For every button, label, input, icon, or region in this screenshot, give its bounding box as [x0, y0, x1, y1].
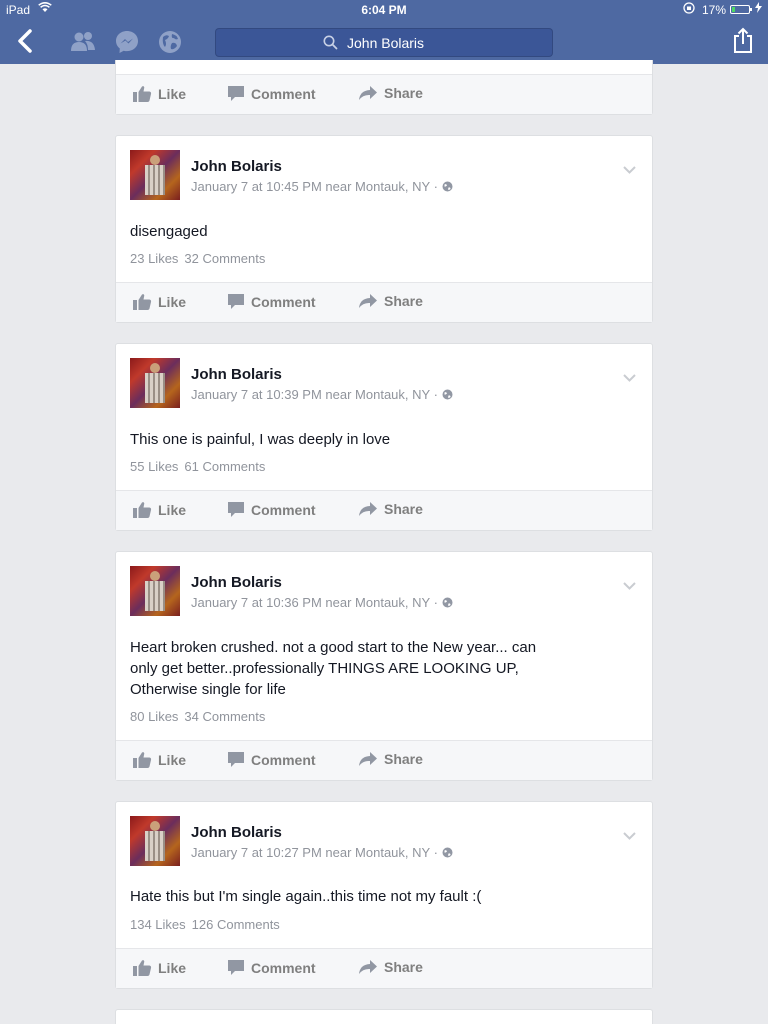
post-timestamp: January 7 at 10:36 PM near Montauk, NY · [191, 595, 438, 610]
post-text: Hate this but I'm single again..this tim… [130, 888, 482, 905]
privacy-globe-icon [442, 846, 453, 861]
likes-count[interactable]: 55 Likes [130, 459, 178, 474]
battery-percent: 17% [702, 3, 727, 17]
post-card: John Bolaris January 7 at 10:39 PM near … [115, 343, 653, 531]
search-query: John Bolaris [347, 35, 425, 51]
comment-button[interactable]: Comment [227, 85, 316, 102]
share-button[interactable]: Share [358, 293, 423, 309]
author-name[interactable]: John Bolaris [191, 366, 282, 383]
like-label: Like [158, 293, 187, 310]
likes-count[interactable]: 134 Likes [130, 917, 186, 932]
post-text: Heart broken crushed. not a good start t… [130, 637, 590, 700]
post-actions: Like Comment Share [116, 74, 652, 114]
battery-icon [730, 5, 752, 14]
charging-icon [755, 2, 762, 16]
friend-requests-icon[interactable] [70, 30, 96, 54]
post-text-line: Otherwise single for life [130, 681, 286, 698]
share-label: Share [384, 501, 423, 517]
globe-notifications-icon[interactable] [158, 30, 184, 54]
share-icon[interactable] [732, 27, 754, 55]
back-chevron-icon[interactable] [14, 28, 36, 54]
post-timestamp: January 7 at 10:27 PM near Montauk, NY · [191, 845, 438, 860]
post-text-line: only get better..professionally THINGS A… [130, 660, 519, 677]
post-counts: 80 Likes 34 Comments [130, 709, 265, 724]
post-options-chevron-icon[interactable] [623, 577, 636, 595]
share-button[interactable]: Share [358, 751, 423, 767]
post-counts: 134 Likes 126 Comments [130, 917, 280, 932]
share-button[interactable]: Share [358, 959, 423, 975]
privacy-globe-icon [442, 596, 453, 611]
like-label: Like [158, 959, 187, 976]
post-actions: Like Comment Share [116, 490, 652, 530]
post-text: This one is painful, I was deeply in lov… [130, 431, 391, 448]
comment-button[interactable]: Comment [227, 293, 316, 310]
avatar[interactable] [130, 816, 180, 866]
like-button[interactable]: Like [133, 751, 186, 768]
privacy-globe-icon [442, 180, 453, 195]
author-name[interactable]: John Bolaris [191, 158, 282, 175]
likes-count[interactable]: 23 Likes [130, 251, 178, 266]
like-button[interactable]: Like [133, 293, 186, 310]
comment-label: Comment [251, 751, 316, 768]
post-timestamp: January 7 at 10:39 PM near Montauk, NY · [191, 387, 438, 402]
post-card: John Bolaris January 7 at 10:45 PM near … [115, 135, 653, 323]
top-bar: iPad 6:04 PM 17% John Bolaris [0, 0, 768, 64]
post-card-partial [115, 1009, 653, 1024]
post-meta: January 7 at 10:36 PM near Montauk, NY · [191, 595, 453, 611]
post-meta: January 7 at 10:45 PM near Montauk, NY · [191, 179, 453, 195]
status-bar: iPad 6:04 PM 17% [0, 0, 768, 20]
comment-button[interactable]: Comment [227, 751, 316, 768]
comments-count[interactable]: 34 Comments [184, 709, 265, 724]
rotation-lock-icon [683, 2, 695, 17]
search-icon [323, 35, 338, 55]
avatar[interactable] [130, 566, 180, 616]
like-button[interactable]: Like [133, 85, 186, 102]
like-label: Like [158, 85, 187, 102]
likes-count[interactable]: 80 Likes [130, 709, 178, 724]
share-label: Share [384, 85, 423, 101]
comments-count[interactable]: 61 Comments [184, 459, 265, 474]
messenger-icon[interactable] [115, 30, 141, 54]
comment-button[interactable]: Comment [227, 501, 316, 518]
post-meta: January 7 at 10:39 PM near Montauk, NY · [191, 387, 453, 403]
comments-count[interactable]: 126 Comments [192, 917, 280, 932]
post-text: disengaged [130, 223, 208, 240]
comment-label: Comment [251, 293, 316, 310]
share-label: Share [384, 293, 423, 309]
avatar[interactable] [130, 358, 180, 408]
post-timestamp: January 7 at 10:45 PM near Montauk, NY · [191, 179, 438, 194]
comments-count[interactable]: 32 Comments [184, 251, 265, 266]
share-button[interactable]: Share [358, 501, 423, 517]
post-options-chevron-icon[interactable] [623, 161, 636, 179]
like-button[interactable]: Like [133, 959, 186, 976]
like-label: Like [158, 751, 187, 768]
post-actions: Like Comment Share [116, 282, 652, 322]
like-label: Like [158, 501, 187, 518]
post-card: John Bolaris January 7 at 10:36 PM near … [115, 551, 653, 781]
comment-label: Comment [251, 85, 316, 102]
clock: 6:04 PM [361, 3, 407, 17]
post-counts: 23 Likes 32 Comments [130, 251, 265, 266]
comment-button[interactable]: Comment [227, 959, 316, 976]
search-input[interactable]: John Bolaris [215, 28, 553, 57]
share-label: Share [384, 959, 423, 975]
post-counts: 55 Likes 61 Comments [130, 459, 265, 474]
post-options-chevron-icon[interactable] [623, 827, 636, 845]
post-card-partial: Like Comment Share [115, 60, 653, 115]
post-text-line: Heart broken crushed. not a good start t… [130, 639, 537, 656]
author-name[interactable]: John Bolaris [191, 574, 282, 591]
privacy-globe-icon [442, 388, 453, 403]
author-name[interactable]: John Bolaris [191, 824, 282, 841]
post-meta: January 7 at 10:27 PM near Montauk, NY · [191, 845, 453, 861]
comment-label: Comment [251, 959, 316, 976]
post-actions: Like Comment Share [116, 740, 652, 780]
share-label: Share [384, 751, 423, 767]
share-button[interactable]: Share [358, 85, 423, 101]
post-options-chevron-icon[interactable] [623, 369, 636, 387]
post-actions: Like Comment Share [116, 948, 652, 988]
like-button[interactable]: Like [133, 501, 186, 518]
post-card: John Bolaris January 7 at 10:27 PM near … [115, 801, 653, 989]
comment-label: Comment [251, 501, 316, 518]
avatar[interactable] [130, 150, 180, 200]
